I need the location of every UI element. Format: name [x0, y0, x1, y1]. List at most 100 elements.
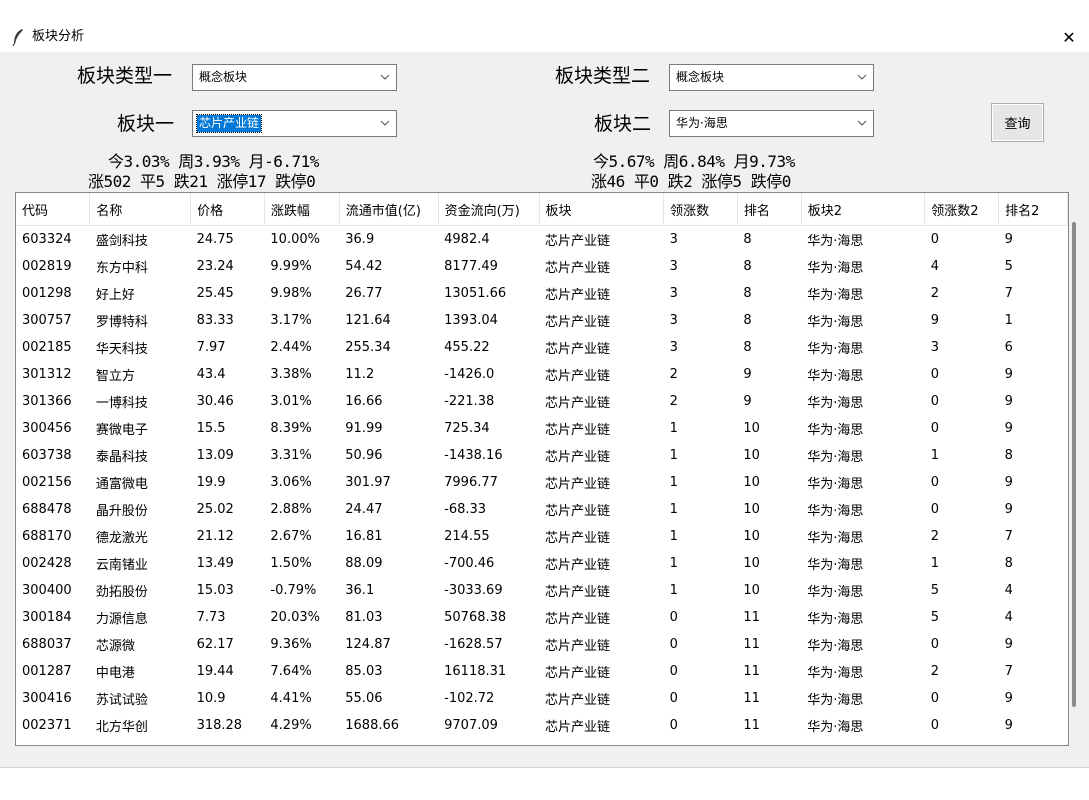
cell-rank: 10 [743, 421, 760, 436]
cell-name: 泰晶科技 [95, 450, 148, 465]
sector2-performance: 今5.67% 周6.84% 月9.73% [593, 152, 795, 172]
column-header-sector2[interactable]: 板块2 [801, 193, 926, 226]
cell-name: 罗博特科 [95, 315, 148, 330]
cell-lead-count2: 5 [930, 583, 940, 598]
table-row[interactable]: 300757 罗博特科 83.33 3.17% 121.64 1393.04 芯片产业链 3 8… [16, 307, 1068, 334]
cell-sector2: 华为·海思 [807, 693, 864, 708]
cell-float-cap: 255.34 [345, 340, 391, 355]
cell-name: 中电港 [95, 666, 135, 681]
stock-table[interactable]: 代码 名称 价格 涨跌幅 流通市值(亿) 资金流向(万) 板块 领涨数 排名 板… [15, 192, 1069, 746]
cell-name: 苏试试验 [95, 693, 148, 708]
cell-fund-flow: -102.72 [444, 691, 495, 706]
column-header-float-cap[interactable]: 流通市值(亿) [339, 193, 439, 226]
table-row[interactable]: 002819 东方中科 23.24 9.99% 54.42 8177.49 芯片产业链 3 8 华… [16, 253, 1068, 280]
cell-price: 13.49 [196, 556, 234, 571]
table-row[interactable]: 300726宏达电子23.363.59%49.89-1384.77芯片产业链01… [16, 739, 1068, 745]
cell-price: 43.4 [196, 367, 226, 382]
column-header-name[interactable]: 名称 [89, 193, 192, 226]
table-row[interactable]: 002428 云南锗业 13.49 1.50% 88.09 -700.46 芯片产业链 1 10… [16, 550, 1068, 577]
table-row[interactable]: 603324 盛剑科技 24.75 10.00% 36.9 4982.4 芯片产业链 3 8 华为… [16, 226, 1068, 254]
cell-code: 300726 [16, 739, 90, 745]
cell-rank2: 7 [1004, 286, 1013, 301]
cell-lead-count: 0 [669, 718, 678, 733]
cell-code: 300400 [22, 583, 72, 598]
table-row[interactable]: 001287 中电港 19.44 7.64% 85.03 16118.31 芯片产业链 0 11… [16, 658, 1068, 685]
table-row[interactable]: 301312 智立方 43.4 3.38% 11.2 -1426.0 芯片产业链 2 9 华为·海… [16, 361, 1068, 388]
column-header-lead-count2[interactable]: 领涨数2 [924, 193, 1000, 226]
scrollbar-thumb[interactable] [1072, 222, 1076, 707]
cell-float-cap: 81.03 [345, 610, 383, 625]
vertical-scrollbar[interactable] [1069, 192, 1081, 746]
cell-lead-count2: 0 [930, 718, 940, 733]
cell-sector: 芯片产业链 [545, 450, 611, 465]
table-row[interactable]: 300416 苏试试验 10.9 4.41% 55.06 -102.72 芯片产业链 0 11 华… [16, 685, 1068, 712]
cell-float-cap: 50.96 [345, 448, 383, 463]
table-row[interactable]: 688170 德龙激光 21.12 2.67% 16.81 214.55 芯片产业链 1 10 华… [16, 523, 1068, 550]
table-row[interactable]: 603738 泰晶科技 13.09 3.31% 50.96 -1438.16 芯片产业链 1 1… [16, 442, 1068, 469]
cell-fund-flow: -700.46 [444, 556, 495, 571]
cell-sector2: 华为·海思 [807, 315, 864, 330]
column-header-fund-flow[interactable]: 资金流向(万) [438, 193, 540, 226]
cell-rank2: 8 [1004, 448, 1013, 463]
column-header-rank2[interactable]: 排名2 [998, 193, 1068, 226]
cell-rank2: 1 [1004, 313, 1013, 328]
close-button[interactable]: ✕ [1049, 22, 1089, 52]
cell-rank2: 9 [1004, 367, 1013, 382]
column-header-sector[interactable]: 板块 [539, 193, 665, 226]
cell-code: 001298 [22, 286, 72, 301]
cell-rank2: 6 [1004, 340, 1013, 355]
cell-sector: 芯片产业链 [545, 288, 611, 303]
cell-lead-count: 1 [669, 421, 678, 436]
column-header-price[interactable]: 价格 [190, 193, 265, 226]
sector1-combobox[interactable]: 芯片产业链 [192, 110, 397, 137]
cell-float-cap: 11.2 [345, 367, 375, 382]
cell-sector2: 华为·海思 [807, 342, 864, 357]
sector2-combobox[interactable]: 华为·海思 [669, 110, 874, 137]
table-row[interactable]: 300456 赛微电子 15.5 8.39% 91.99 725.34 芯片产业链 1 10 华为… [16, 415, 1068, 442]
cell-lead-count2: 2 [930, 664, 940, 679]
cell-fund-flow: -1426.0 [444, 367, 495, 382]
query-button[interactable]: 查询 [991, 103, 1044, 142]
cell-price: 25.45 [196, 286, 234, 301]
cell-lead-count: 0 [664, 739, 738, 745]
table-row[interactable]: 002156 通富微电 19.9 3.06% 301.97 7996.77 芯片产业链 1 10… [16, 469, 1068, 496]
cell-code: 603324 [22, 232, 72, 247]
sector-type1-combobox[interactable]: 概念板块 [192, 64, 397, 91]
table-row[interactable]: 002371 北方华创 318.28 4.29% 1688.66 9707.09 芯片产业链… [16, 712, 1068, 739]
column-header-rank[interactable]: 排名 [737, 193, 802, 226]
table-row[interactable]: 001298 好上好 25.45 9.98% 26.77 13051.66 芯片产业链 3 8 华… [16, 280, 1068, 307]
table-row[interactable]: 688478 晶升股份 25.02 2.88% 24.47 -68.33 芯片产业链 1 10 华… [16, 496, 1068, 523]
cell-rank: 8 [743, 313, 752, 328]
sector-type2-combobox[interactable]: 概念板块 [669, 64, 874, 91]
cell-rank2: 9 [1004, 421, 1013, 436]
cell-sector2: 华为·海思 [807, 720, 864, 735]
cell-lead-count: 1 [669, 556, 678, 571]
table-row[interactable]: 301366 一博科技 30.46 3.01% 16.66 -221.38 芯片产业链 2 9 华… [16, 388, 1068, 415]
column-header-lead-count[interactable]: 领涨数 [663, 193, 738, 226]
cell-rank2: 4 [1004, 583, 1013, 598]
column-header-code[interactable]: 代码 [16, 193, 91, 226]
cell-change: 3.31% [270, 448, 312, 463]
table-row[interactable]: 300400 劲拓股份 15.03 -0.79% 36.1 -3033.69 芯片产业链 1 1… [16, 577, 1068, 604]
sector-type2-label: 板块类型二 [555, 65, 651, 87]
cell-rank: 10 [743, 529, 760, 544]
cell-sector2: 华为·海思 [807, 585, 864, 600]
cell-sector: 芯片产业链 [545, 261, 611, 276]
cell-change: 9.99% [270, 259, 312, 274]
cell-rank: 11 [743, 664, 760, 679]
table-row[interactable]: 002185 华天科技 7.97 2.44% 255.34 455.22 芯片产业链 3 8 华为… [16, 334, 1068, 361]
cell-price: 19.9 [196, 475, 226, 490]
cell-sector: 芯片产业链 [545, 342, 611, 357]
cell-name: 通富微电 [95, 477, 148, 492]
table-row[interactable]: 300184 力源信息 7.73 20.03% 81.03 50768.38 芯片产业链 0 1… [16, 604, 1068, 631]
cell-code: 300416 [22, 691, 72, 706]
cell-fund-flow: 455.22 [444, 340, 490, 355]
cell-price: 23.36 [191, 739, 265, 745]
cell-price: 30.46 [196, 394, 234, 409]
column-header-change[interactable]: 涨跌幅 [264, 193, 340, 226]
cell-rank: 11 [743, 718, 760, 733]
cell-sector2: 华为·海思 [807, 369, 864, 384]
cell-code: 301312 [22, 367, 72, 382]
table-row[interactable]: 688037 芯源微 62.17 9.36% 124.87 -1628.57 芯片产业链 0 1… [16, 631, 1068, 658]
cell-float-cap: 49.89 [339, 739, 438, 745]
